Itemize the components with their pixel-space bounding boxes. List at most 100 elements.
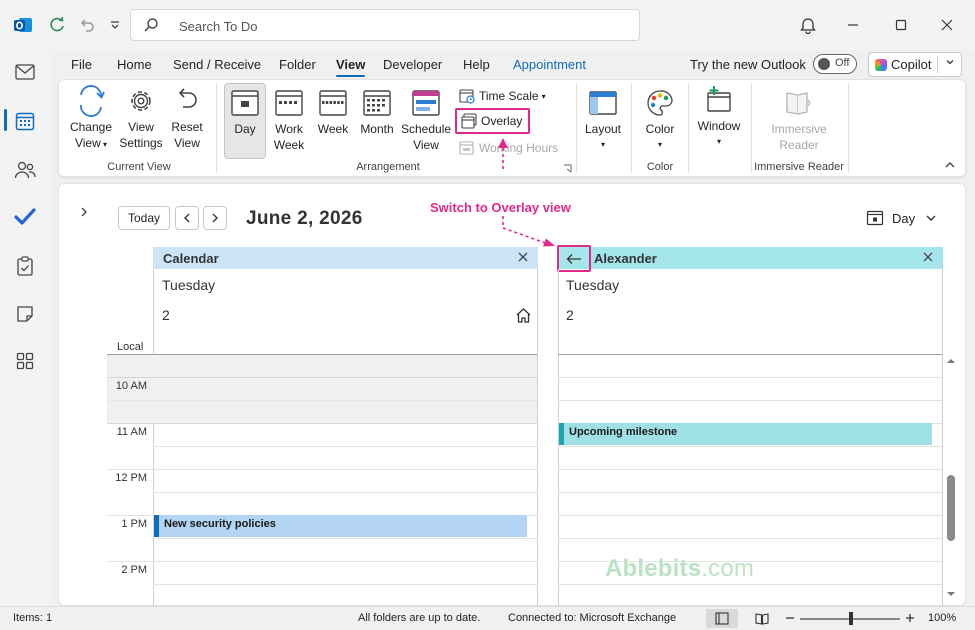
change-view-button[interactable]: Change View ▾: [68, 85, 114, 153]
ribbon-separator: [848, 84, 849, 172]
layout-button[interactable]: Layout ▾: [582, 87, 624, 153]
zoom-in-icon[interactable]: [905, 613, 915, 623]
copilot-icon: [875, 59, 887, 71]
close-pane-icon[interactable]: [518, 249, 528, 265]
maximize-button[interactable]: [886, 12, 916, 38]
people-icon[interactable]: [13, 158, 37, 182]
search-input[interactable]: Search To Do: [130, 9, 640, 41]
zoom-slider-thumb[interactable]: [849, 612, 853, 625]
try-new-outlook-label: Try the new Outlook: [690, 57, 806, 72]
next-day-button[interactable]: [203, 206, 227, 230]
vertical-scrollbar[interactable]: [944, 354, 958, 606]
schedule-view-button[interactable]: Schedule View: [401, 87, 451, 153]
ribbon-separator: [216, 84, 217, 172]
menu-appointment[interactable]: Appointment: [513, 57, 586, 72]
event-upcoming-milestone[interactable]: Upcoming milestone: [559, 423, 932, 445]
half-hour-line: [558, 492, 942, 493]
chevron-down-icon: ▾: [657, 140, 662, 149]
menu-file[interactable]: File: [71, 57, 92, 72]
normal-view-button[interactable]: [706, 609, 738, 628]
scrollbar-thumb[interactable]: [947, 475, 955, 541]
notes-icon[interactable]: [13, 302, 37, 326]
to-do-check-icon[interactable]: [13, 205, 37, 229]
app-bar: [0, 50, 50, 606]
menu-view[interactable]: View: [336, 57, 366, 77]
mail-icon[interactable]: [13, 60, 37, 84]
event-title: New security policies: [164, 518, 276, 530]
status-bar: Items: 1 All folders are up to date. Con…: [0, 606, 975, 630]
view-mode-dropdown[interactable]: Day: [866, 209, 937, 227]
reset-view-button[interactable]: Reset View: [166, 85, 208, 151]
half-hour-line: [107, 400, 537, 401]
tasks-clipboard-icon[interactable]: [13, 254, 37, 278]
month-label: Month: [360, 122, 394, 136]
immersive-reader-label-1: Immersive: [771, 122, 827, 136]
new-outlook-toggle[interactable]: Off: [813, 54, 857, 74]
half-hour-line: [153, 492, 537, 493]
dialog-launcher-icon[interactable]: [563, 164, 572, 173]
view-settings-button[interactable]: View Settings: [118, 85, 164, 151]
scroll-down-icon[interactable]: [946, 590, 956, 598]
undo-icon[interactable]: [76, 14, 98, 36]
chevron-down-icon[interactable]: [945, 57, 955, 70]
chevron-down-icon: ▾: [716, 137, 721, 146]
scroll-up-icon[interactable]: [946, 357, 956, 365]
half-hour-line: [558, 584, 942, 585]
month-button[interactable]: Month: [357, 87, 397, 137]
pane-border: [942, 269, 943, 607]
reading-view-icon[interactable]: [755, 612, 769, 625]
menu-developer[interactable]: Developer: [383, 57, 442, 72]
work-week-label-2: Week: [273, 138, 305, 152]
menu-help[interactable]: Help: [463, 57, 490, 72]
overlay-arrow-button[interactable]: [557, 245, 591, 272]
working-hours-icon: [459, 141, 474, 155]
time-label: 2 PM: [121, 564, 147, 576]
day-view-button[interactable]: Day: [224, 87, 266, 137]
window-button[interactable]: Window ▾: [694, 84, 744, 150]
color-button[interactable]: Color ▾: [640, 87, 680, 153]
hour-line: [107, 561, 537, 562]
close-pane-icon[interactable]: [923, 249, 933, 265]
arrow-left-icon: [566, 253, 581, 264]
quick-access-dropdown-icon[interactable]: [104, 14, 126, 36]
status-items-count: Items: 1: [13, 612, 53, 624]
event-new-security-policies[interactable]: New security policies: [154, 515, 527, 537]
search-placeholder: Search To Do: [179, 19, 258, 34]
zoom-level[interactable]: 100%: [928, 612, 956, 624]
hour-line: [107, 423, 537, 424]
overlay-button[interactable]: Overlay: [455, 108, 530, 134]
half-hour-line: [558, 538, 942, 539]
ribbon-separator: [751, 84, 752, 172]
menu-home[interactable]: Home: [117, 57, 152, 72]
time-scale-button[interactable]: Time Scale ▾: [459, 85, 546, 107]
all-day-divider: [558, 354, 942, 355]
close-window-button[interactable]: [932, 12, 962, 38]
minimize-button[interactable]: [838, 12, 868, 38]
half-hour-line: [558, 400, 942, 401]
non-working-hours-shade: [107, 355, 537, 423]
search-icon: [144, 18, 158, 32]
day-view-icon: [866, 210, 884, 226]
immersive-reader-button[interactable]: Immersive Reader: [764, 87, 834, 153]
today-button[interactable]: Today: [118, 206, 170, 230]
ribbon-separator: [688, 84, 689, 172]
copilot-button[interactable]: Copilot: [868, 52, 962, 77]
menu-folder[interactable]: Folder: [279, 57, 316, 72]
notifications-bell-icon[interactable]: [793, 12, 823, 38]
collapse-ribbon-icon[interactable]: [944, 160, 956, 170]
expand-folder-pane-icon[interactable]: [79, 206, 89, 218]
apps-grid-icon[interactable]: [13, 349, 37, 373]
layout-icon: [589, 91, 617, 115]
half-hour-line: [153, 446, 537, 447]
immersive-reader-label-2: Reader: [779, 138, 819, 152]
menu-send-receive[interactable]: Send / Receive: [173, 57, 261, 72]
zoom-out-icon[interactable]: [785, 613, 795, 623]
sync-icon[interactable]: [46, 14, 68, 36]
calendar-pane-header[interactable]: Calendar: [153, 247, 538, 269]
week-button[interactable]: Week: [314, 87, 352, 137]
calendar-icon[interactable]: [13, 109, 37, 133]
alexander-pane-header[interactable]: Alexander: [558, 247, 943, 269]
previous-day-button[interactable]: [175, 206, 199, 230]
home-icon: [516, 308, 531, 323]
work-week-button[interactable]: Work Week: [270, 87, 308, 153]
